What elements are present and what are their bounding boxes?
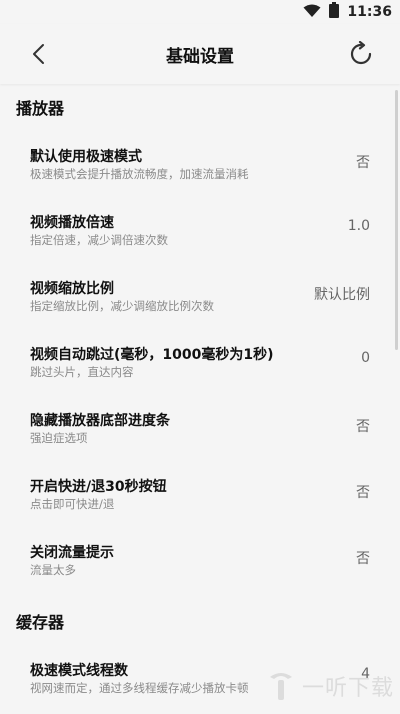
page-title: 基础设置 (166, 47, 234, 67)
setting-value: 否 (356, 485, 370, 501)
setting-item-playback-speed[interactable]: 视频播放倍速 指定倍速，减少调倍速次数 1.0 (0, 200, 400, 266)
settings-list: 播放器 默认使用极速模式 极速模式会提升播放流畅度，加速流量消耗 否 视频播放倍… (0, 84, 400, 714)
setting-value: 1.0 (347, 218, 370, 234)
setting-item-zoom-ratio[interactable]: 视频缩放比例 指定缩放比例，减少调缩放比例次数 默认比例 (0, 266, 400, 332)
setting-desc: 强迫症选项 (30, 431, 88, 445)
section-title-player: 播放器 (16, 99, 65, 118)
setting-desc: 点击即可快进/退 (30, 497, 115, 511)
setting-item-hide-progress-bar[interactable]: 隐藏播放器底部进度条 强迫症选项 否 (0, 398, 400, 464)
scrollbar-thumb[interactable] (395, 90, 398, 350)
refresh-button[interactable] (348, 40, 374, 67)
section-title-cache: 缓存器 (16, 613, 65, 632)
setting-value: 否 (356, 155, 370, 171)
setting-desc: 跳过头片，直达内容 (30, 365, 134, 379)
setting-item-data-usage-alert[interactable]: 关闭流量提示 流量太多 否 (0, 530, 400, 596)
setting-desc: 流量太多 (30, 563, 76, 577)
setting-title: 开启快进/退30秒按钮 (30, 479, 167, 495)
setting-value: 0 (361, 350, 370, 366)
status-time: 11:36 (347, 4, 392, 20)
setting-title: 默认使用极速模式 (30, 149, 142, 165)
setting-title: 极速模式线程数 (30, 663, 128, 679)
setting-value: 否 (356, 551, 370, 567)
battery-icon (329, 2, 340, 22)
watermark-text: 一听下载 (301, 676, 394, 701)
status-icons: 11:36 (303, 2, 392, 22)
setting-item-auto-skip[interactable]: 视频自动跳过(毫秒，1000毫秒为1秒) 跳过头片，直达内容 0 (0, 332, 400, 398)
setting-title: 关闭流量提示 (30, 545, 114, 561)
setting-title: 视频播放倍速 (30, 215, 114, 231)
watermark-logo-icon (269, 673, 292, 700)
setting-title: 视频缩放比例 (30, 281, 114, 297)
refresh-icon (350, 40, 372, 65)
setting-desc: 指定缩放比例，减少调缩放比例次数 (30, 299, 214, 313)
setting-desc: 视网速而定，通过多线程缓存减少播放卡顿 (30, 681, 249, 695)
watermark: 一听下载 (266, 669, 394, 703)
setting-item-seek-30s-button[interactable]: 开启快进/退30秒按钮 点击即可快进/退 否 (0, 464, 400, 530)
setting-desc: 指定倍速，减少调倍速次数 (30, 233, 168, 247)
setting-item-default-fast-mode[interactable]: 默认使用极速模式 极速模式会提升播放流畅度，加速流量消耗 否 (0, 134, 400, 200)
setting-title: 视频自动跳过(毫秒，1000毫秒为1秒) (30, 347, 274, 363)
setting-title: 隐藏播放器底部进度条 (30, 413, 170, 429)
app-bar: 基础设置 (0, 24, 400, 84)
status-bar: 11:36 (0, 0, 400, 24)
setting-value: 默认比例 (314, 287, 370, 303)
setting-desc: 极速模式会提升播放流畅度，加速流量消耗 (30, 167, 249, 181)
wifi-icon (303, 3, 321, 22)
setting-value: 否 (356, 419, 370, 435)
